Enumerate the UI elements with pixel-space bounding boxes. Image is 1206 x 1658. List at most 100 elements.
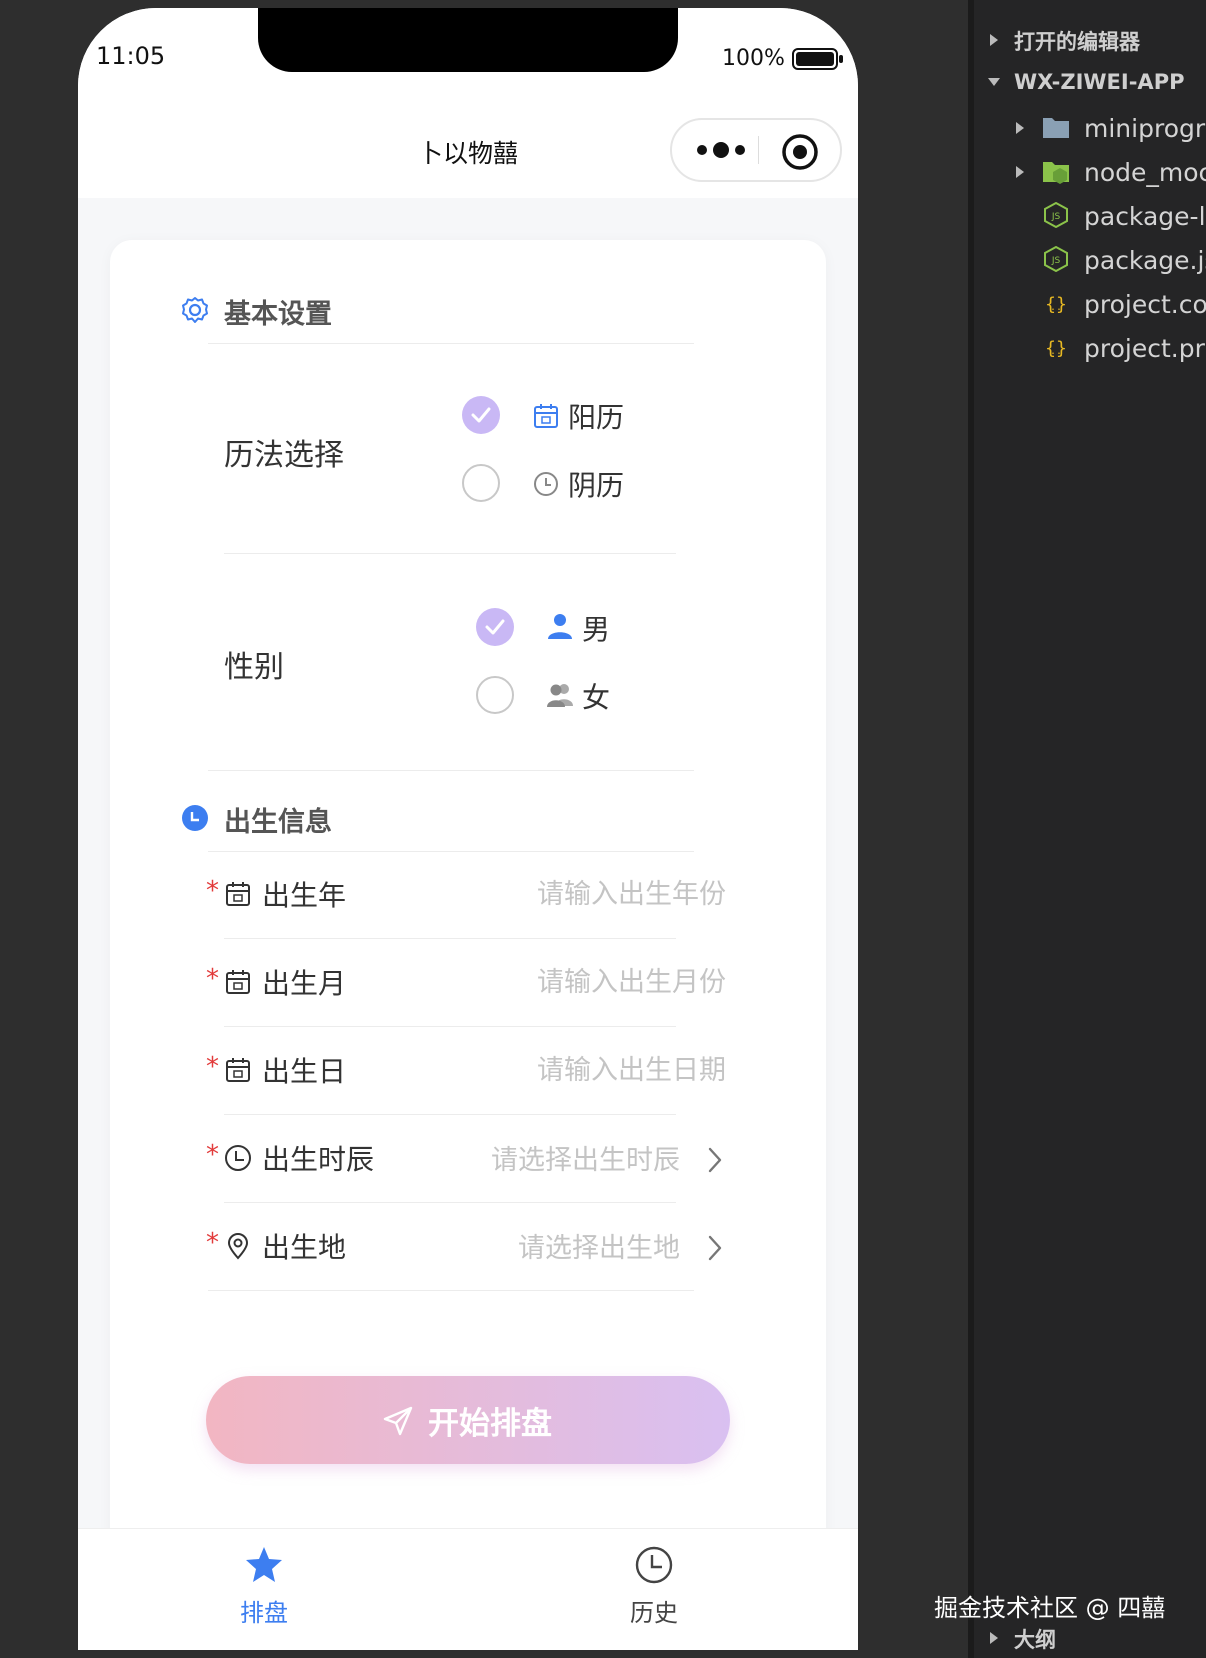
tree-item-package-lock[interactable]: JS package-l	[974, 196, 1206, 236]
chevron-right-icon	[1016, 122, 1024, 134]
ide-explorer: 打开的编辑器 WX-ZIWEI-APP miniprogra node_moc …	[968, 0, 1206, 1658]
user-group-icon	[547, 684, 573, 707]
divider	[208, 770, 694, 771]
divider	[224, 1114, 676, 1115]
battery-percent: 100%	[722, 46, 785, 71]
capsule-divider	[758, 136, 759, 164]
mini-program-capsule	[670, 118, 842, 182]
tab-label: 排盘	[240, 1599, 288, 1627]
tab-history[interactable]: 历史	[584, 1529, 724, 1649]
chevron-right-icon	[990, 1632, 998, 1644]
tree-item-node-modules[interactable]: node_moc	[974, 152, 1206, 192]
birth-month-field: * 出生月	[206, 940, 726, 1028]
tab-label: 历史	[630, 1599, 678, 1627]
required-mark: *	[206, 1052, 219, 1082]
required-mark: *	[206, 1140, 219, 1170]
field-label: 出生日	[262, 1055, 347, 1088]
tab-paipan[interactable]: 排盘	[194, 1529, 334, 1649]
picker-placeholder[interactable]: 请选择出生时辰	[491, 1138, 680, 1177]
option-male-label[interactable]: 男	[582, 608, 610, 648]
section-label: 打开的编辑器	[1014, 30, 1140, 54]
json-icon: {}..	[1045, 294, 1067, 315]
birth-place-picker[interactable]: * 出生地 请选择出生地	[206, 1204, 726, 1292]
divider	[224, 938, 676, 939]
file-name: package.js	[1084, 246, 1206, 275]
divider	[208, 1290, 694, 1291]
more-icon[interactable]	[686, 120, 756, 180]
file-name: miniprogra	[1084, 114, 1206, 143]
section-label: WX-ZIWEI-APP	[1014, 70, 1185, 94]
field-label: 出生月	[262, 967, 347, 1000]
chevron-right-icon	[708, 1147, 722, 1173]
clock-filled-icon	[182, 805, 208, 831]
radio-male[interactable]	[476, 608, 514, 646]
project-section[interactable]: WX-ZIWEI-APP	[974, 64, 1206, 104]
user-icon	[548, 614, 572, 639]
birth-day-field: * 出生日	[206, 1028, 726, 1116]
send-icon	[383, 1406, 413, 1436]
check-icon	[471, 407, 491, 423]
tree-item-project-private[interactable]: {}.. project.pri	[974, 328, 1206, 368]
gear-icon	[182, 297, 208, 323]
divider	[224, 1202, 676, 1203]
file-name: node_moc	[1084, 158, 1206, 187]
battery-icon	[792, 48, 843, 70]
tree-item-miniprogram[interactable]: miniprogra	[974, 108, 1206, 148]
section-label: 大纲	[1014, 1628, 1056, 1652]
notch	[258, 8, 678, 72]
required-mark: *	[206, 1228, 219, 1258]
folder-icon	[1043, 118, 1069, 138]
birth-year-input[interactable]	[426, 872, 726, 916]
open-editors-section[interactable]: 打开的编辑器	[974, 20, 1206, 60]
field-label: 出生年	[262, 879, 347, 912]
birth-info-header: 出生信息	[180, 798, 720, 838]
birth-hour-picker[interactable]: * 出生时辰 请选择出生时辰	[206, 1116, 726, 1204]
clock-icon	[534, 472, 558, 496]
status-bar: 11:05 100%	[78, 8, 858, 100]
chevron-down-icon	[988, 78, 1000, 86]
clock-icon	[635, 1546, 673, 1584]
outline-section[interactable]: 大纲	[974, 1618, 1206, 1658]
svg-text:JS: JS	[1051, 212, 1061, 222]
picker-placeholder[interactable]: 请选择出生地	[518, 1226, 680, 1265]
tab-bar: 排盘 历史	[78, 1528, 858, 1650]
clock-icon	[225, 1145, 251, 1171]
chevron-right-icon	[990, 34, 998, 46]
field-label: 出生时辰	[262, 1143, 375, 1176]
status-time: 11:05	[96, 42, 166, 70]
divider	[224, 1026, 676, 1027]
file-name: project.co	[1084, 290, 1206, 319]
svg-text:..: ..	[1050, 346, 1062, 357]
phone-screen: 11:05 100% 卜以物囍 基本设置 历法选择 阳历 阴历 性别 男 女 出…	[78, 8, 858, 1650]
option-solar-label[interactable]: 阳历	[568, 396, 624, 436]
radio-solar[interactable]	[462, 396, 500, 434]
tree-item-package-json[interactable]: JS package.js	[974, 240, 1206, 280]
section-title: 出生信息	[224, 807, 332, 838]
divider	[224, 553, 676, 554]
json-icon: {}..	[1045, 338, 1067, 359]
birth-month-input[interactable]	[426, 960, 726, 1004]
option-lunar-label[interactable]: 阴历	[568, 464, 624, 504]
svg-text:..: ..	[1050, 302, 1062, 313]
required-mark: *	[206, 876, 219, 906]
start-button-label: 开始排盘	[428, 1406, 552, 1441]
option-female-label[interactable]: 女	[582, 676, 610, 716]
nodejs-icon: JS	[1044, 202, 1068, 228]
svg-text:JS: JS	[1051, 256, 1061, 266]
calendar-icon	[226, 1058, 250, 1082]
file-name: project.pri	[1084, 334, 1206, 363]
required-mark: *	[206, 964, 219, 994]
node-folder-icon	[1043, 162, 1069, 184]
close-target-icon[interactable]	[780, 132, 820, 172]
calendar-icon	[226, 882, 250, 906]
tree-item-project-config[interactable]: {}.. project.co	[974, 284, 1206, 324]
chevron-right-icon	[1016, 166, 1024, 178]
watermark: 掘金技术社区 @ 四囍	[934, 1594, 1166, 1622]
radio-female[interactable]	[476, 676, 514, 714]
birth-day-input[interactable]	[426, 1048, 726, 1092]
file-name: package-l	[1084, 202, 1206, 231]
location-icon	[227, 1233, 249, 1260]
start-button[interactable]: 开始排盘	[206, 1376, 730, 1464]
calendar-icon	[226, 970, 250, 994]
radio-lunar[interactable]	[462, 464, 500, 502]
